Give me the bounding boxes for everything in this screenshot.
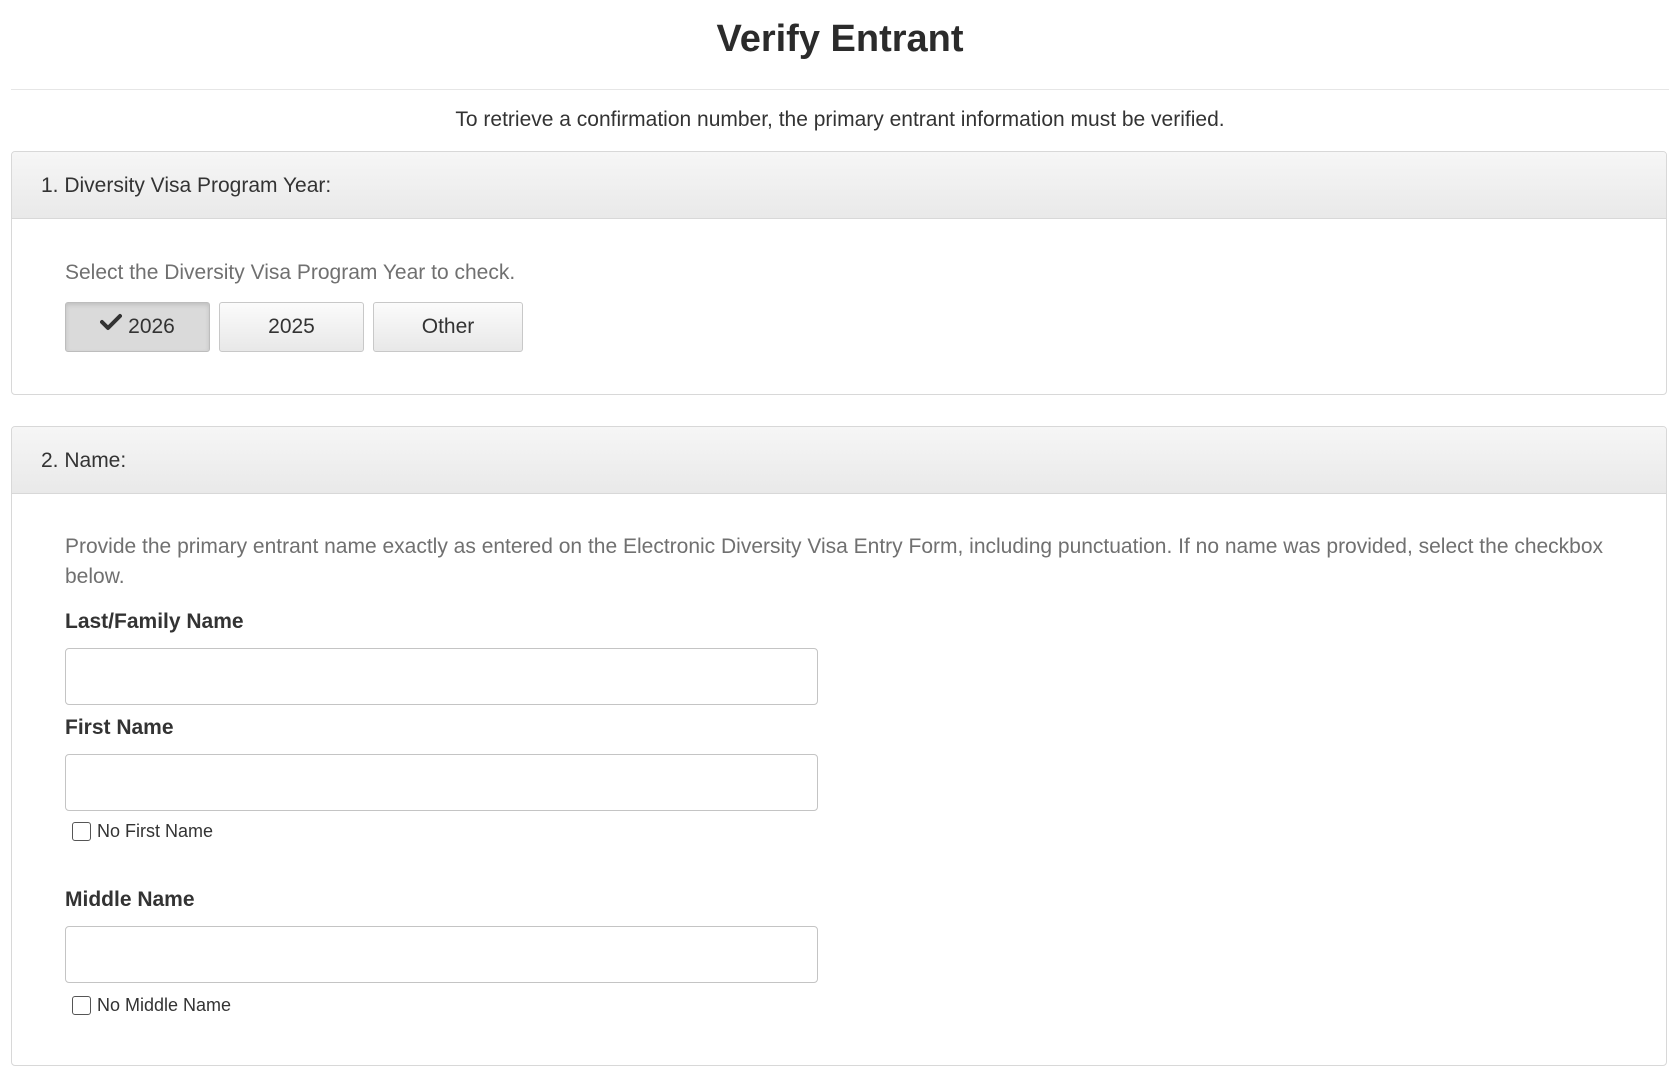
program-year-help: Select the Diversity Visa Program Year t… bbox=[65, 261, 516, 284]
no-first-name-checkbox[interactable] bbox=[72, 821, 91, 841]
no-first-name-label: No First Name bbox=[97, 820, 214, 841]
program-year-panel: 1. Diversity Visa Program Year: Select t… bbox=[11, 151, 1667, 395]
first-name-label: First Name bbox=[65, 716, 174, 739]
middle-name-input[interactable] bbox=[65, 926, 818, 983]
no-middle-name-row[interactable]: No Middle Name bbox=[72, 993, 231, 1017]
checkmark-icon bbox=[100, 301, 123, 349]
name-panel: 2. Name: Provide the primary entrant nam… bbox=[11, 426, 1667, 1066]
year-option-label: 2025 bbox=[268, 315, 315, 338]
first-name-input[interactable] bbox=[65, 754, 818, 811]
verify-entrant-page: Verify Entrant To retrieve a confirmatio… bbox=[0, 0, 1680, 1066]
middle-name-label: Middle Name bbox=[65, 888, 195, 911]
no-middle-name-label: No Middle Name bbox=[97, 994, 232, 1015]
name-help: Provide the primary entrant name exactly… bbox=[65, 535, 1604, 588]
last-name-input[interactable] bbox=[65, 648, 818, 705]
year-option-label: 2026 bbox=[128, 315, 175, 338]
intro-text: To retrieve a confirmation number, the p… bbox=[455, 108, 1225, 131]
page-title: Verify Entrant bbox=[716, 18, 964, 60]
year-option-other[interactable]: Other bbox=[373, 302, 523, 352]
year-option-2025[interactable]: 2025 bbox=[219, 302, 364, 352]
year-option-label: Other bbox=[421, 315, 475, 338]
name-heading: 2. Name: bbox=[12, 427, 1666, 494]
no-middle-name-checkbox[interactable] bbox=[72, 995, 91, 1015]
last-name-label: Last/Family Name bbox=[65, 610, 244, 633]
program-year-heading: 1. Diversity Visa Program Year: bbox=[12, 152, 1666, 219]
year-option-2026[interactable]: 2026 bbox=[65, 302, 210, 352]
title-divider bbox=[11, 89, 1669, 90]
no-first-name-row[interactable]: No First Name bbox=[72, 819, 213, 843]
